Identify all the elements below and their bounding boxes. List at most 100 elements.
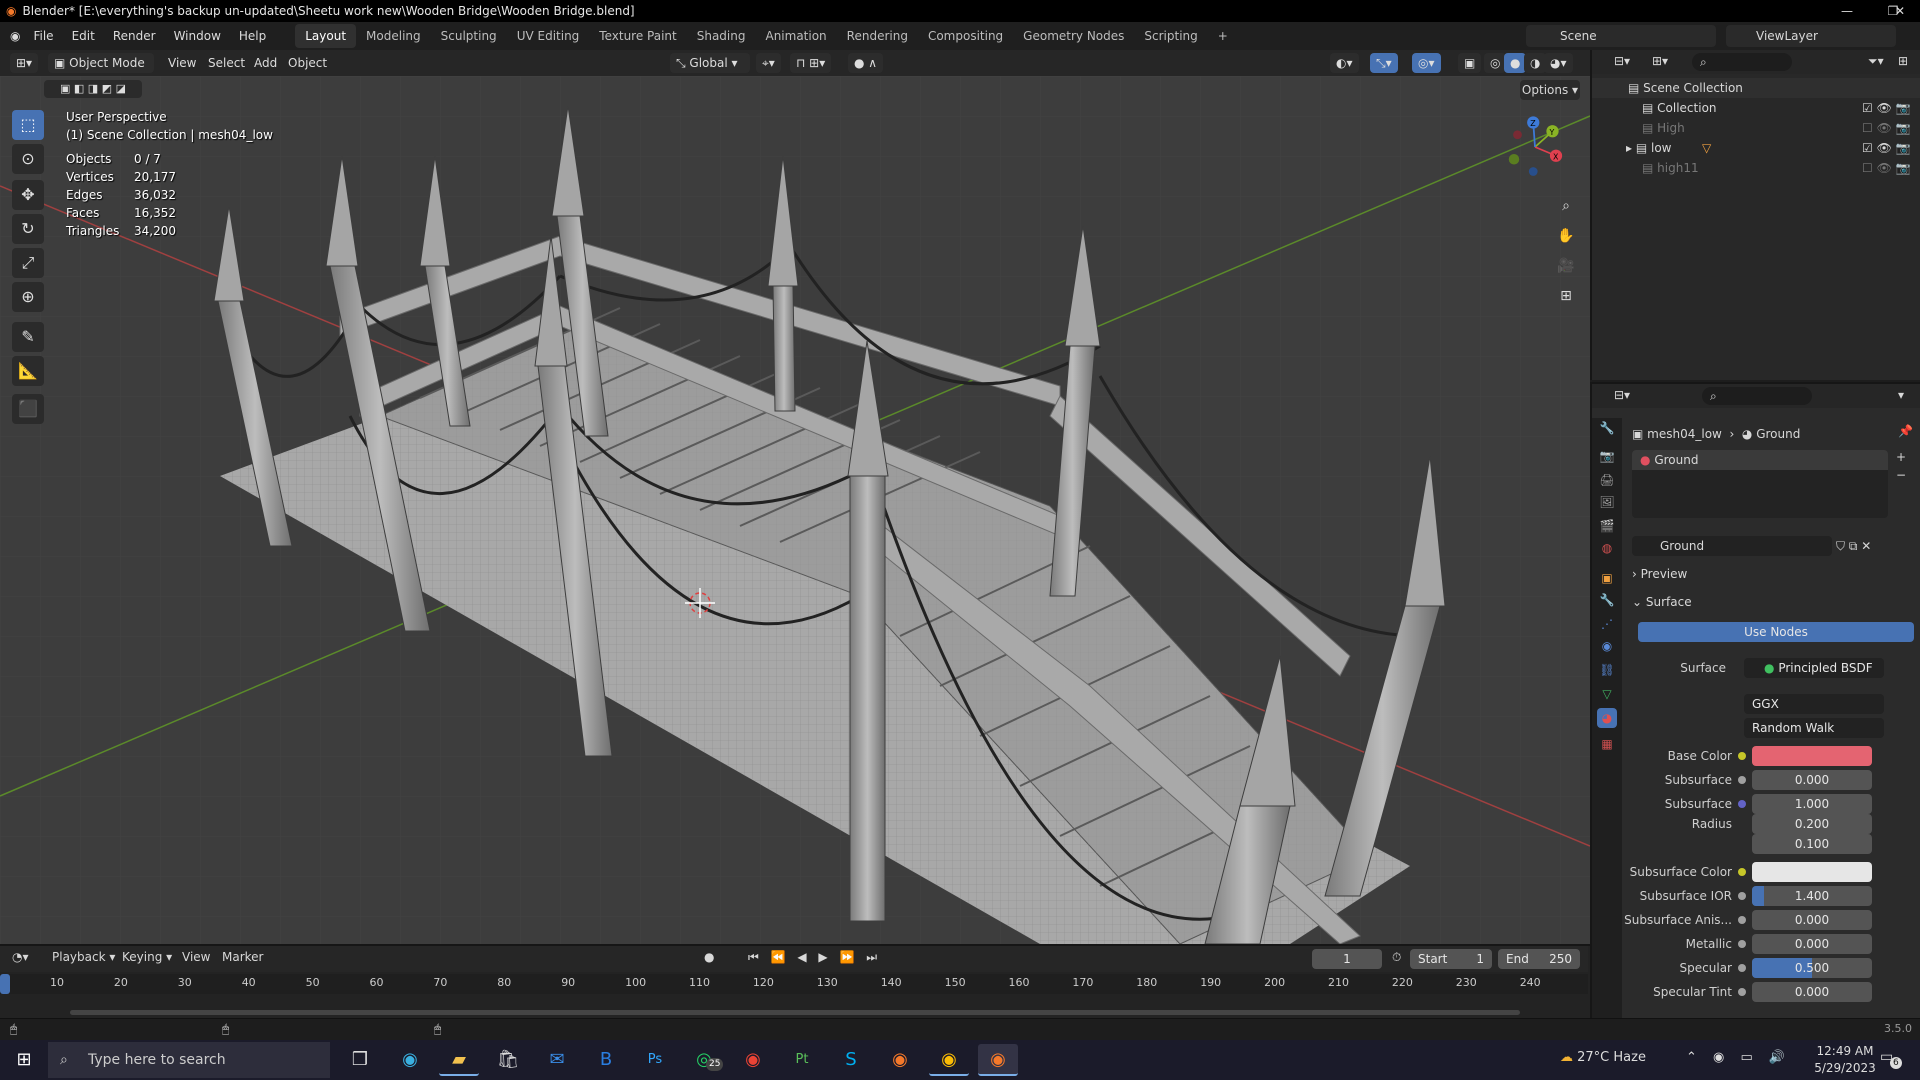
base-color-socket[interactable]: [1738, 752, 1746, 760]
record-icon[interactable]: ●: [704, 950, 714, 964]
properties-editor-icon[interactable]: ⊟▾: [1614, 388, 1630, 402]
measure-tool[interactable]: 📐: [12, 356, 44, 386]
cursor-tool[interactable]: ⊙: [12, 144, 44, 174]
preview-section-header[interactable]: › Preview: [1632, 564, 1687, 584]
subsurface-method-selector[interactable]: Random Walk: [1744, 718, 1884, 738]
rotate-tool[interactable]: ↻: [12, 214, 44, 244]
specular-field[interactable]: 0.500: [1752, 958, 1872, 978]
menu-marker[interactable]: Marker: [222, 950, 263, 964]
file-explorer-icon[interactable]: ▰: [439, 1044, 479, 1076]
menu-window[interactable]: Window: [165, 22, 230, 50]
task-view-icon[interactable]: ❒: [340, 1044, 380, 1076]
timeline-editor-icon[interactable]: ◔▾: [12, 950, 29, 964]
surface-shader-selector[interactable]: ● Principled BSDF: [1744, 658, 1884, 678]
subsurface-ior-field[interactable]: 1.400: [1752, 886, 1872, 906]
tab-compositing[interactable]: Compositing: [918, 24, 1013, 48]
close-window-button[interactable]: ✕: [1880, 0, 1920, 22]
outliner-search-input[interactable]: ⌕: [1692, 53, 1792, 71]
selection-mode-buttons[interactable]: ▣ ◧ ◨ ◩ ◪: [44, 80, 142, 98]
shading-rendered-icon[interactable]: ◕▾: [1544, 53, 1573, 73]
use-nodes-button[interactable]: Use Nodes: [1638, 622, 1914, 642]
tab-constraints-icon[interactable]: ⛓: [1597, 660, 1617, 680]
menu-file[interactable]: File: [24, 22, 62, 50]
windows-start-icon[interactable]: ⊞: [4, 1044, 44, 1076]
end-frame-field[interactable]: End 250: [1498, 949, 1580, 969]
zoom-icon[interactable]: ⌕: [1552, 192, 1580, 220]
select-box-tool[interactable]: ⬚: [12, 110, 44, 140]
tab-scene-icon[interactable]: 🎬: [1597, 516, 1617, 536]
outliner-item-low[interactable]: ▸ ▤ low ▽ ☑ 👁 📷: [1592, 138, 1920, 158]
tab-data-icon[interactable]: ▽: [1597, 684, 1617, 704]
annotate-tool[interactable]: ✎: [12, 322, 44, 352]
tab-output-icon[interactable]: 🖨: [1597, 470, 1617, 490]
chrome-icon[interactable]: ◉: [733, 1044, 773, 1076]
display-mode-icon[interactable]: ⊞▾: [1652, 54, 1668, 68]
options-button[interactable]: Options ▾: [1520, 80, 1580, 100]
remove-slot-icon[interactable]: −: [1896, 468, 1906, 482]
tab-physics-icon[interactable]: ◉: [1597, 636, 1617, 656]
taskbar-search-input[interactable]: ⌕ Type here to search: [48, 1042, 330, 1078]
orientation-selector[interactable]: ⤡ Global ▾: [670, 53, 750, 73]
tab-modifier-icon[interactable]: 🔧: [1597, 590, 1617, 610]
xray-icon[interactable]: ▣: [1458, 53, 1482, 73]
tab-render-icon[interactable]: 📷: [1597, 446, 1617, 466]
tab-material-icon[interactable]: ◕: [1597, 708, 1617, 728]
outliner-item-high11[interactable]: ▤ high11 ☐ 👁 📷: [1592, 158, 1920, 178]
mode-selector[interactable]: ▣ Object Mode ▾: [48, 53, 154, 90]
navigation-gizmo[interactable]: Y X Z: [1500, 112, 1570, 182]
current-frame-field[interactable]: 1: [1312, 949, 1382, 969]
tab-sculpting[interactable]: Sculpting: [431, 24, 507, 48]
tab-tool-icon[interactable]: 🔧: [1597, 418, 1617, 438]
material-actions-icons[interactable]: ⛉ ⧉ ✕: [1836, 536, 1871, 556]
menu-edit[interactable]: Edit: [63, 22, 104, 50]
add-slot-icon[interactable]: +: [1896, 450, 1906, 464]
overlay-toggle-icon[interactable]: ◎▾: [1412, 53, 1441, 73]
perspective-grid-icon[interactable]: ⊞: [1552, 282, 1580, 310]
material-slot-list[interactable]: ● Ground: [1632, 450, 1888, 518]
scene-selector[interactable]: Scene: [1526, 25, 1716, 47]
view-layer-selector[interactable]: ViewLayer: [1726, 25, 1896, 47]
tab-scripting[interactable]: Scripting: [1134, 24, 1207, 48]
tab-shading[interactable]: Shading: [687, 24, 756, 48]
tab-texture-icon[interactable]: ▦: [1597, 734, 1617, 754]
menu-add[interactable]: Add: [254, 53, 277, 73]
chrome-profile-icon[interactable]: ◉: [929, 1044, 969, 1076]
app-pt-icon[interactable]: Pt: [782, 1044, 822, 1076]
subsurface-anisotropy-field[interactable]: 0.000: [1752, 910, 1872, 930]
properties-search-input[interactable]: ⌕: [1702, 387, 1812, 405]
visibility-icon[interactable]: ◐▾: [1330, 53, 1359, 73]
tab-geometry-nodes[interactable]: Geometry Nodes: [1013, 24, 1134, 48]
tab-object-icon[interactable]: ▣: [1597, 568, 1617, 588]
base-color-swatch[interactable]: [1752, 746, 1872, 766]
clock[interactable]: 12:49 AM 5/29/2023: [1812, 1043, 1878, 1077]
transform-tool[interactable]: ⊕: [12, 282, 44, 312]
blender-active-icon[interactable]: ◉: [978, 1044, 1018, 1076]
playhead[interactable]: [0, 974, 10, 994]
tab-animation[interactable]: Animation: [755, 24, 836, 48]
menu-object[interactable]: Object: [288, 53, 327, 73]
subsurface-color-swatch[interactable]: [1752, 862, 1872, 882]
tab-world-icon[interactable]: ◍: [1597, 538, 1617, 558]
new-collection-icon[interactable]: ⊞: [1898, 54, 1908, 68]
menu-view[interactable]: View: [168, 53, 196, 73]
menu-help[interactable]: Help: [230, 22, 275, 50]
add-cube-tool[interactable]: ⬛: [12, 394, 44, 424]
surface-section-header[interactable]: ⌄ Surface: [1632, 592, 1692, 612]
system-tray-icons[interactable]: ⌃ ◉ ▭ 🔊: [1686, 1050, 1791, 1065]
tab-view-layer-icon[interactable]: 🖼: [1597, 492, 1617, 512]
tab-texture-paint[interactable]: Texture Paint: [589, 24, 686, 48]
pin-icon[interactable]: 📌: [1898, 424, 1913, 438]
proportional-edit-icon[interactable]: ● ∧: [848, 53, 884, 73]
outliner-root[interactable]: ▤ Scene Collection: [1592, 78, 1920, 98]
tab-uv-editing[interactable]: UV Editing: [507, 24, 590, 48]
minimize-icon[interactable]: —: [1824, 0, 1870, 22]
metallic-field[interactable]: 0.000: [1752, 934, 1872, 954]
tab-rendering[interactable]: Rendering: [837, 24, 918, 48]
blender-taskbar-icon[interactable]: ◉: [880, 1044, 920, 1076]
outliner-editor-icon[interactable]: ⊟▾: [1614, 54, 1630, 68]
subsurface-radius-y[interactable]: 0.200: [1752, 814, 1872, 834]
tab-modeling[interactable]: Modeling: [356, 24, 431, 48]
editor-type-button[interactable]: ⊞▾: [10, 53, 39, 73]
add-workspace-icon[interactable]: +: [1208, 24, 1238, 48]
gizmo-toggle-icon[interactable]: ⤡▾: [1370, 53, 1398, 73]
